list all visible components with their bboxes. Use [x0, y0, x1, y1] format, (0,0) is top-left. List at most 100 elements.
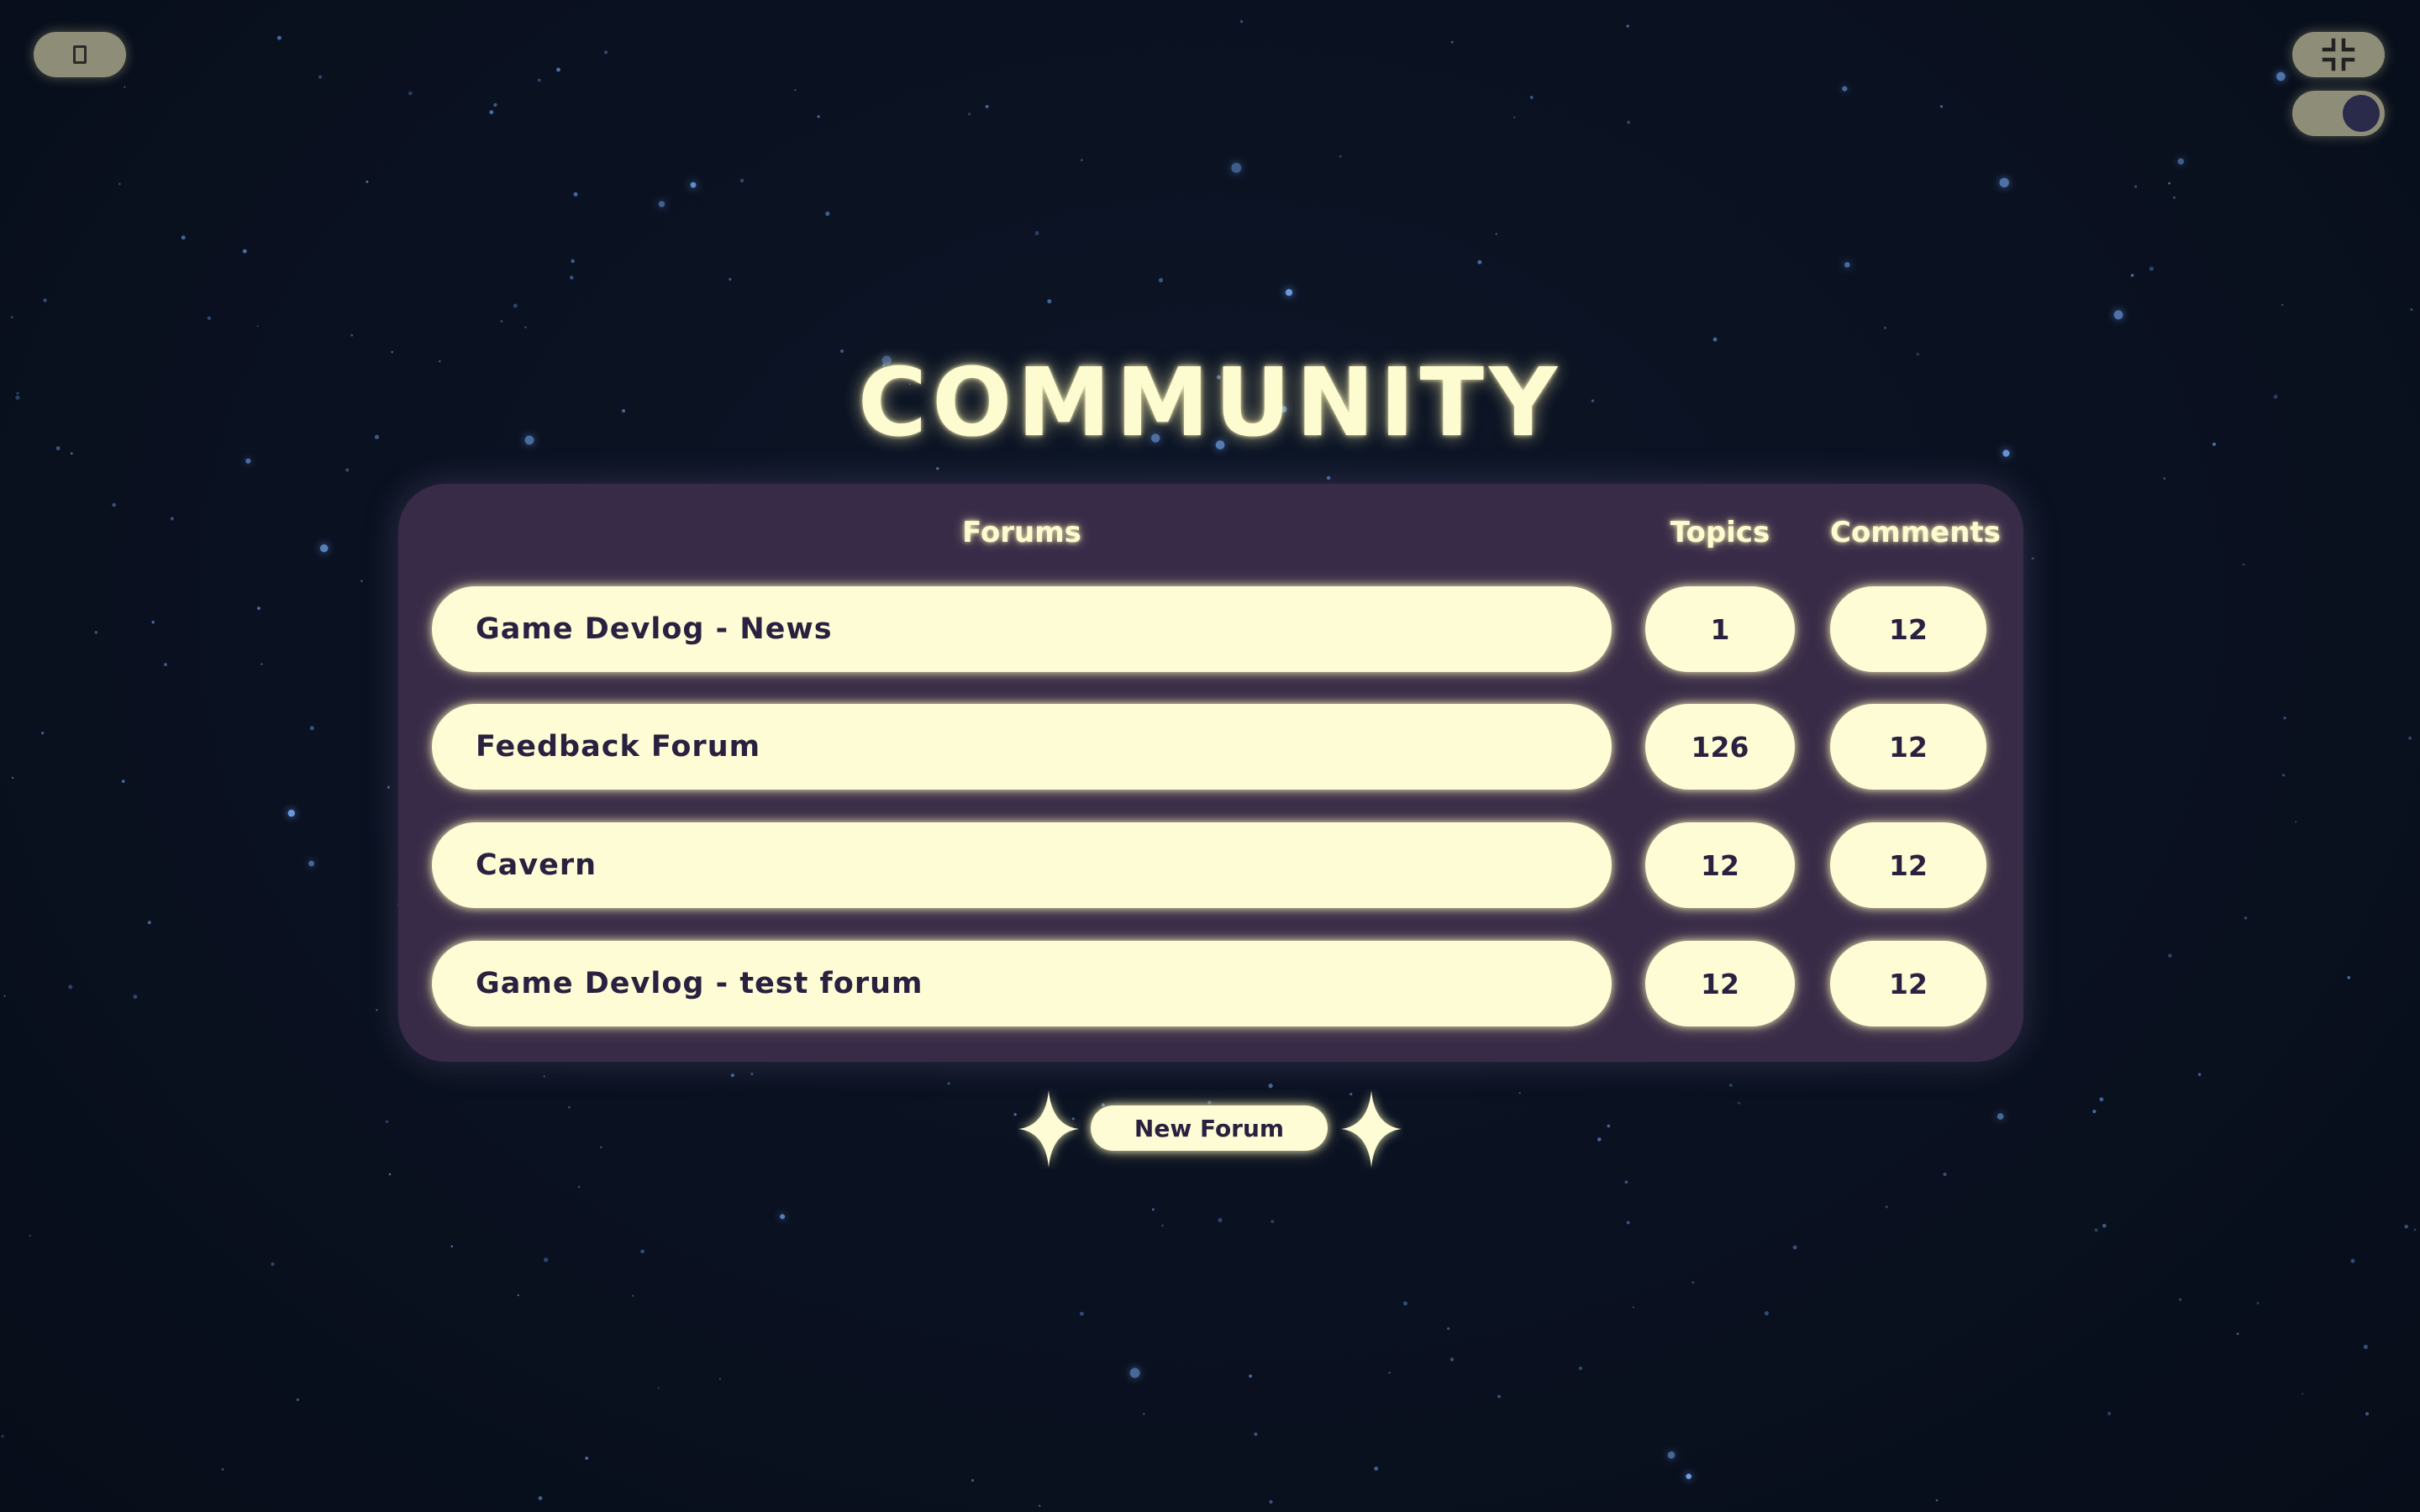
forum-row-topics: 1: [1645, 586, 1795, 672]
collapse-arrows-icon: [2322, 38, 2355, 71]
star: [2168, 181, 2171, 185]
star: [1626, 24, 1629, 28]
star: [1712, 337, 1718, 342]
star: [2236, 1332, 2239, 1336]
star: [739, 178, 744, 183]
star: [1691, 1281, 1695, 1284]
star: [1935, 1499, 1939, 1502]
star: [1728, 1084, 1733, 1087]
page-icon: [73, 45, 87, 64]
star: [1495, 233, 1498, 235]
star: [577, 1185, 581, 1189]
star: [242, 249, 247, 254]
star: [1627, 120, 1630, 124]
star: [2242, 563, 2245, 566]
star: [276, 35, 281, 40]
star: [1, 1435, 4, 1438]
star: [2149, 266, 2154, 271]
star: [658, 201, 666, 207]
star: [2365, 1412, 2370, 1416]
star: [360, 580, 363, 582]
star: [2163, 477, 2165, 480]
star: [1885, 1205, 1888, 1209]
collapse-button[interactable]: [2292, 32, 2385, 77]
column-header-comments: Comments: [1830, 516, 2001, 549]
star: [320, 544, 329, 553]
star: [147, 921, 151, 925]
star: [118, 182, 121, 186]
star: [1039, 1504, 1041, 1507]
star: [817, 115, 820, 118]
star: [1518, 1092, 1521, 1095]
star: [2282, 774, 2286, 777]
star: [1081, 159, 1083, 161]
star: [2094, 1228, 2098, 1232]
star: [408, 91, 413, 96]
column-header-topics: Topics: [1670, 516, 1770, 549]
star: [2256, 1301, 2260, 1305]
forum-row-topics: 12: [1645, 822, 1795, 908]
star: [1231, 162, 1242, 173]
new-forum-button[interactable]: New Forum: [1091, 1105, 1328, 1151]
star: [385, 1120, 389, 1123]
star: [1129, 1368, 1140, 1378]
forum-row-comments: 12: [1830, 822, 1986, 908]
star: [29, 1235, 31, 1237]
star: [571, 259, 575, 263]
star: [11, 316, 13, 319]
star: [690, 181, 697, 188]
star: [2363, 1344, 2368, 1349]
star: [1080, 1311, 1084, 1316]
star: [2295, 821, 2297, 823]
star: [256, 325, 259, 328]
star: [493, 102, 497, 107]
star: [1449, 1357, 1455, 1362]
menu-button[interactable]: [34, 32, 126, 77]
star: [271, 1262, 275, 1267]
star: [570, 276, 574, 280]
star: [257, 606, 260, 611]
star: [585, 1457, 589, 1460]
star: [2113, 310, 2123, 320]
star: [2130, 274, 2134, 277]
star: [1151, 1208, 1155, 1211]
star: [2408, 736, 2412, 740]
star: [573, 192, 578, 197]
forum-row-name[interactable]: Cavern: [432, 822, 1612, 908]
star: [1578, 1366, 1583, 1371]
star: [1161, 1224, 1164, 1227]
star: [2283, 717, 2286, 720]
star: [221, 1467, 224, 1471]
star: [936, 467, 939, 470]
star: [2092, 1110, 2096, 1114]
star: [1339, 155, 1342, 158]
star: [112, 502, 116, 507]
forum-row-name[interactable]: Game Devlog - test forum: [432, 941, 1612, 1026]
star: [544, 1257, 549, 1263]
star: [1268, 1084, 1273, 1089]
star: [2281, 303, 2284, 307]
star: [450, 1245, 454, 1248]
star: [2276, 71, 2286, 81]
sparkle-icon: [1341, 1090, 1402, 1168]
star: [1450, 40, 1454, 44]
star: [1607, 1124, 1611, 1128]
forum-row-comments: 12: [1830, 586, 1986, 672]
star: [2350, 1258, 2355, 1263]
theme-toggle[interactable]: [2292, 91, 2385, 136]
star: [376, 1009, 378, 1011]
forum-row-name[interactable]: Game Devlog - News: [432, 586, 1612, 672]
star: [1764, 1311, 1769, 1315]
star: [1512, 116, 1516, 119]
star: [1597, 1137, 1602, 1142]
star: [94, 631, 98, 634]
star: [309, 726, 314, 731]
moon-toggle-icon: [2343, 95, 2380, 132]
star: [2410, 308, 2413, 311]
star: [750, 1072, 754, 1076]
star: [1143, 1413, 1145, 1415]
star: [1999, 177, 2009, 188]
forum-row-name[interactable]: Feedback Forum: [432, 704, 1612, 790]
star: [2168, 953, 2172, 958]
star: [729, 278, 732, 281]
